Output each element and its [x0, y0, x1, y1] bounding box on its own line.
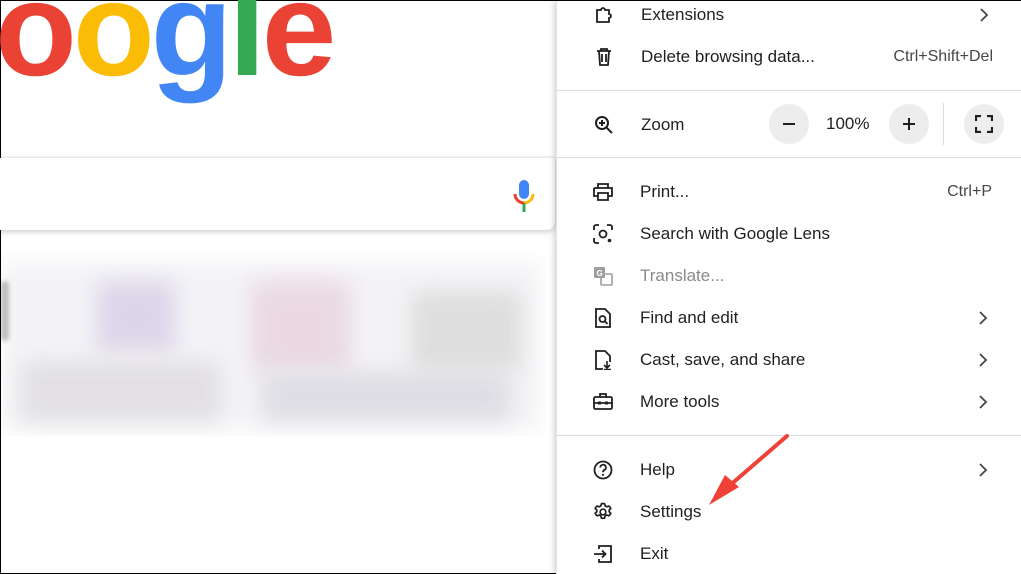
cast-save-icon: [592, 349, 614, 371]
chevron-right-icon: [979, 463, 988, 477]
menu-item-find-and-edit[interactable]: Find and edit: [556, 298, 1021, 338]
menu-item-google-lens[interactable]: Search with Google Lens: [556, 214, 1021, 254]
exit-icon: [592, 543, 614, 565]
microphone-icon[interactable]: [513, 179, 535, 213]
chevron-right-icon: [979, 395, 988, 409]
menu-item-label: Extensions: [641, 5, 725, 24]
menu-item-label: Help: [640, 460, 675, 479]
menu-item-label: More tools: [640, 392, 720, 411]
logo-letter-o2: o: [72, 0, 155, 104]
help-icon: [592, 459, 614, 481]
google-logo: oogle: [0, 0, 337, 104]
printer-icon: [592, 181, 614, 203]
zoom-divider: [943, 103, 944, 145]
menu-item-more-tools[interactable]: More tools: [556, 382, 1021, 422]
svg-text:G: G: [597, 269, 603, 278]
menu-item-delete-browsing-data[interactable]: Delete browsing data... Ctrl+Shift+Del: [557, 37, 1021, 77]
find-page-icon: [592, 307, 614, 329]
fullscreen-icon: [975, 115, 993, 133]
zoom-in-icon: [593, 114, 615, 136]
minus-icon: [783, 123, 795, 125]
zoom-in-button[interactable]: [889, 104, 929, 144]
menu-item-print[interactable]: Print... Ctrl+P: [556, 172, 1021, 212]
chevron-right-icon: [980, 8, 989, 22]
translate-icon: G: [592, 265, 614, 287]
menu-item-label: Zoom: [641, 115, 685, 134]
shortcut-text: Ctrl+Shift+Del: [893, 48, 993, 65]
chevron-right-icon: [979, 311, 988, 325]
menu-item-extensions[interactable]: Extensions: [557, 0, 1021, 35]
menu-item-label: Delete browsing data...: [641, 47, 815, 66]
menu-item-label: Print...: [640, 182, 690, 201]
menu-item-cast-save-share[interactable]: Cast, save, and share: [556, 340, 1021, 380]
puzzle-icon: [593, 4, 615, 26]
zoom-level: 100%: [826, 114, 870, 133]
menu-divider: [557, 90, 1021, 91]
logo-letter-e: e: [261, 0, 337, 104]
trash-icon: [593, 46, 615, 68]
menu-item-label: Translate...: [640, 266, 725, 285]
shortcut-text: Ctrl+P: [947, 183, 992, 200]
zoom-out-button[interactable]: [769, 104, 809, 144]
search-input[interactable]: [0, 158, 555, 230]
logo-letter-g: g: [150, 0, 233, 104]
gear-icon: [592, 501, 614, 523]
menu-item-label: Exit: [640, 544, 669, 563]
logo-letter-o1: o: [0, 0, 77, 104]
lens-icon: [592, 223, 614, 245]
logo-letter-l: l: [228, 0, 266, 104]
menu-item-translate[interactable]: G Translate...: [556, 256, 1021, 296]
plus-icon: [903, 118, 915, 130]
annotation-arrow-icon: [709, 434, 789, 505]
menu-item-label: Find and edit: [640, 308, 739, 327]
chevron-right-icon: [979, 353, 988, 367]
menu-item-exit[interactable]: Exit: [556, 534, 1021, 574]
fullscreen-button[interactable]: [964, 104, 1004, 144]
menu-item-label: Cast, save, and share: [640, 350, 806, 369]
toolbox-icon: [592, 391, 614, 413]
menu-item-label: Search with Google Lens: [640, 224, 830, 243]
shortcut-tiles-blurred: [1, 251, 546, 436]
